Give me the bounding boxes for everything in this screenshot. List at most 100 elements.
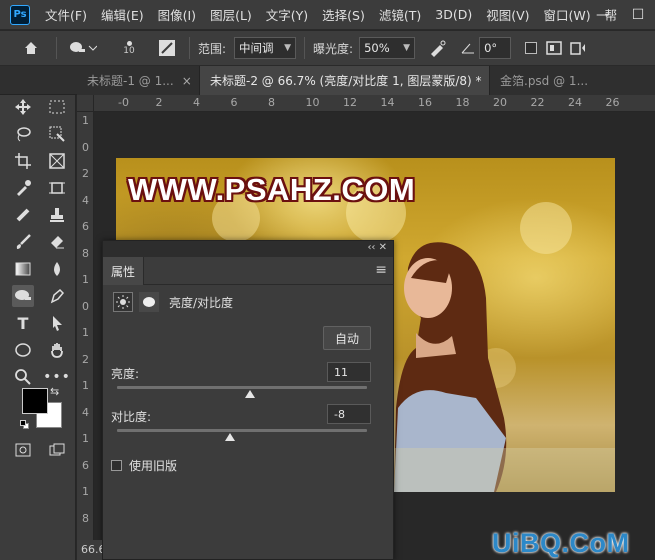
- swap-colors-icon[interactable]: ⇆: [50, 385, 59, 398]
- symmetry-button[interactable]: [567, 36, 589, 60]
- menu-type[interactable]: 文字(Y): [259, 0, 315, 30]
- ruler-tick-label: 8: [82, 511, 89, 525]
- menu-view[interactable]: 视图(V): [479, 0, 536, 30]
- menu-image[interactable]: 图像(I): [151, 0, 203, 30]
- range-select[interactable]: 中间调 ▼: [234, 37, 297, 59]
- ruler-tick-label: 18: [455, 96, 470, 109]
- frame-icon: [49, 153, 65, 169]
- ruler-tick-label: 4: [82, 405, 89, 419]
- minimize-button[interactable]: —: [586, 0, 620, 30]
- screen-mode-button[interactable]: [46, 439, 68, 461]
- ruler-tick-label: 20: [493, 96, 507, 109]
- crop-tool[interactable]: [12, 150, 34, 172]
- checkbox-icon[interactable]: [111, 460, 122, 471]
- quick-selection-icon: [49, 126, 65, 142]
- hand-icon: [51, 343, 63, 358]
- home-button[interactable]: [14, 36, 48, 60]
- maximize-button[interactable]: ☐: [621, 0, 655, 30]
- tool-preset-picker[interactable]: [65, 36, 101, 60]
- eraser-tool[interactable]: [46, 231, 68, 253]
- ruler-tick-label: 4: [82, 193, 89, 207]
- pressure-size-button[interactable]: [543, 36, 567, 60]
- contrast-slider[interactable]: [117, 429, 367, 432]
- brush-tool[interactable]: [12, 231, 34, 253]
- ruler-tick-label: 0: [82, 140, 89, 154]
- menu-file[interactable]: 文件(F): [38, 0, 94, 30]
- brightness-input[interactable]: 11: [327, 362, 371, 382]
- marquee-tool[interactable]: [46, 96, 68, 118]
- ruler-tick-label: 8: [82, 246, 89, 260]
- brush-icon: [16, 234, 31, 249]
- blur-tool[interactable]: [46, 258, 68, 280]
- ruler-tick-label: 1: [82, 379, 89, 392]
- arrow-icon: [53, 316, 62, 331]
- home-icon: [25, 42, 37, 54]
- foreground-color-swatch[interactable]: [22, 388, 48, 414]
- bandage-icon: [16, 208, 30, 222]
- ruler-tick-label: 26: [605, 96, 620, 109]
- menu-3d[interactable]: 3D(D): [428, 0, 479, 30]
- panel-header: ‹‹ ✕: [103, 241, 393, 257]
- auto-button[interactable]: 自动: [323, 326, 371, 350]
- symmetry-icon: [570, 42, 586, 55]
- brush-settings-button[interactable]: [153, 36, 181, 60]
- airbrush-button[interactable]: [423, 36, 453, 60]
- layer-mask-icon[interactable]: [139, 292, 159, 312]
- tab-properties[interactable]: 属性: [103, 257, 145, 285]
- healing-brush-tool[interactable]: [12, 204, 34, 226]
- ruler-tick-label: 1: [82, 326, 89, 339]
- tab-untitled-2[interactable]: 未标题-2 @ 66.7% (亮度/对比度 1, 图层蒙版/8) * ×: [200, 66, 490, 95]
- tab-untitled-1[interactable]: 未标题-1 @ 1... ×: [77, 66, 200, 95]
- menu-bar: Ps 文件(F) 编辑(E) 图像(I) 图层(L) 文字(Y) 选择(S) 滤…: [0, 0, 655, 30]
- clone-stamp-tool[interactable]: [46, 204, 68, 226]
- options-bar: 10 范围: 中间调 ▼ 曝光度: 50% ▼ 0°: [0, 31, 655, 66]
- hand-tool[interactable]: [46, 339, 68, 361]
- path-selection-tool[interactable]: [46, 312, 68, 334]
- dodge-tool[interactable]: [12, 285, 34, 307]
- type-tool[interactable]: T: [12, 312, 34, 334]
- exposure-input[interactable]: 50% ▼: [359, 37, 416, 59]
- lasso-tool[interactable]: [12, 123, 34, 145]
- ruler-tick-label: 6: [230, 96, 238, 109]
- dodge-icon: [15, 290, 31, 300]
- ruler-tick-label: 16: [418, 96, 432, 109]
- contrast-slider-thumb[interactable]: [224, 433, 235, 441]
- zoom-status[interactable]: 66.6: [77, 540, 102, 560]
- menu-edit[interactable]: 编辑(E): [94, 0, 151, 30]
- brightness-slider-thumb[interactable]: [244, 390, 255, 398]
- ruler-tick-label: 6: [82, 458, 89, 472]
- angle-input[interactable]: 0°: [479, 37, 512, 59]
- protect-tones-checkbox[interactable]: [519, 36, 543, 60]
- zoom-tool[interactable]: [12, 366, 34, 388]
- default-colors-icon[interactable]: [20, 420, 30, 430]
- eraser-icon: [51, 236, 64, 249]
- frame-select-tool[interactable]: [46, 177, 68, 199]
- close-icon[interactable]: ×: [182, 74, 192, 88]
- quick-selection-tool[interactable]: [46, 123, 68, 145]
- brush-preset-picker[interactable]: 10: [109, 36, 149, 60]
- frame-tool[interactable]: [46, 150, 68, 172]
- ellipse-tool[interactable]: [12, 339, 34, 361]
- photoshop-logo: Ps: [10, 4, 30, 25]
- ruler-tick-label: 4: [193, 96, 200, 109]
- move-tool[interactable]: [12, 96, 34, 118]
- watermark-text: WWW.PSAHZ.COM: [128, 172, 416, 207]
- menu-layer[interactable]: 图层(L): [203, 0, 259, 30]
- pen-tool[interactable]: [46, 285, 68, 307]
- menu-select[interactable]: 选择(S): [315, 0, 372, 30]
- panel-controls[interactable]: ‹‹ ✕: [367, 242, 387, 253]
- menu-filter[interactable]: 滤镜(T): [372, 0, 428, 30]
- tab-label: 未标题-2 @ 66.7% (亮度/对比度 1, 图层蒙版/8) *: [210, 74, 482, 88]
- tab-gold-foil[interactable]: 金箔.psd @ 1...: [490, 66, 655, 95]
- brightness-slider[interactable]: [117, 386, 367, 389]
- quick-mask-button[interactable]: [12, 439, 34, 461]
- ellipsis-icon: •••: [43, 369, 71, 385]
- panel-menu-icon[interactable]: ≡: [375, 262, 387, 278]
- eyedropper-tool[interactable]: [12, 177, 34, 199]
- ellipse-icon: [15, 343, 31, 357]
- angle-icon: [459, 36, 477, 60]
- gradient-tool[interactable]: [12, 258, 34, 280]
- contrast-input[interactable]: -8: [327, 404, 371, 424]
- use-legacy-option[interactable]: 使用旧版: [111, 457, 177, 474]
- ruler-tick-label: 12: [343, 96, 357, 109]
